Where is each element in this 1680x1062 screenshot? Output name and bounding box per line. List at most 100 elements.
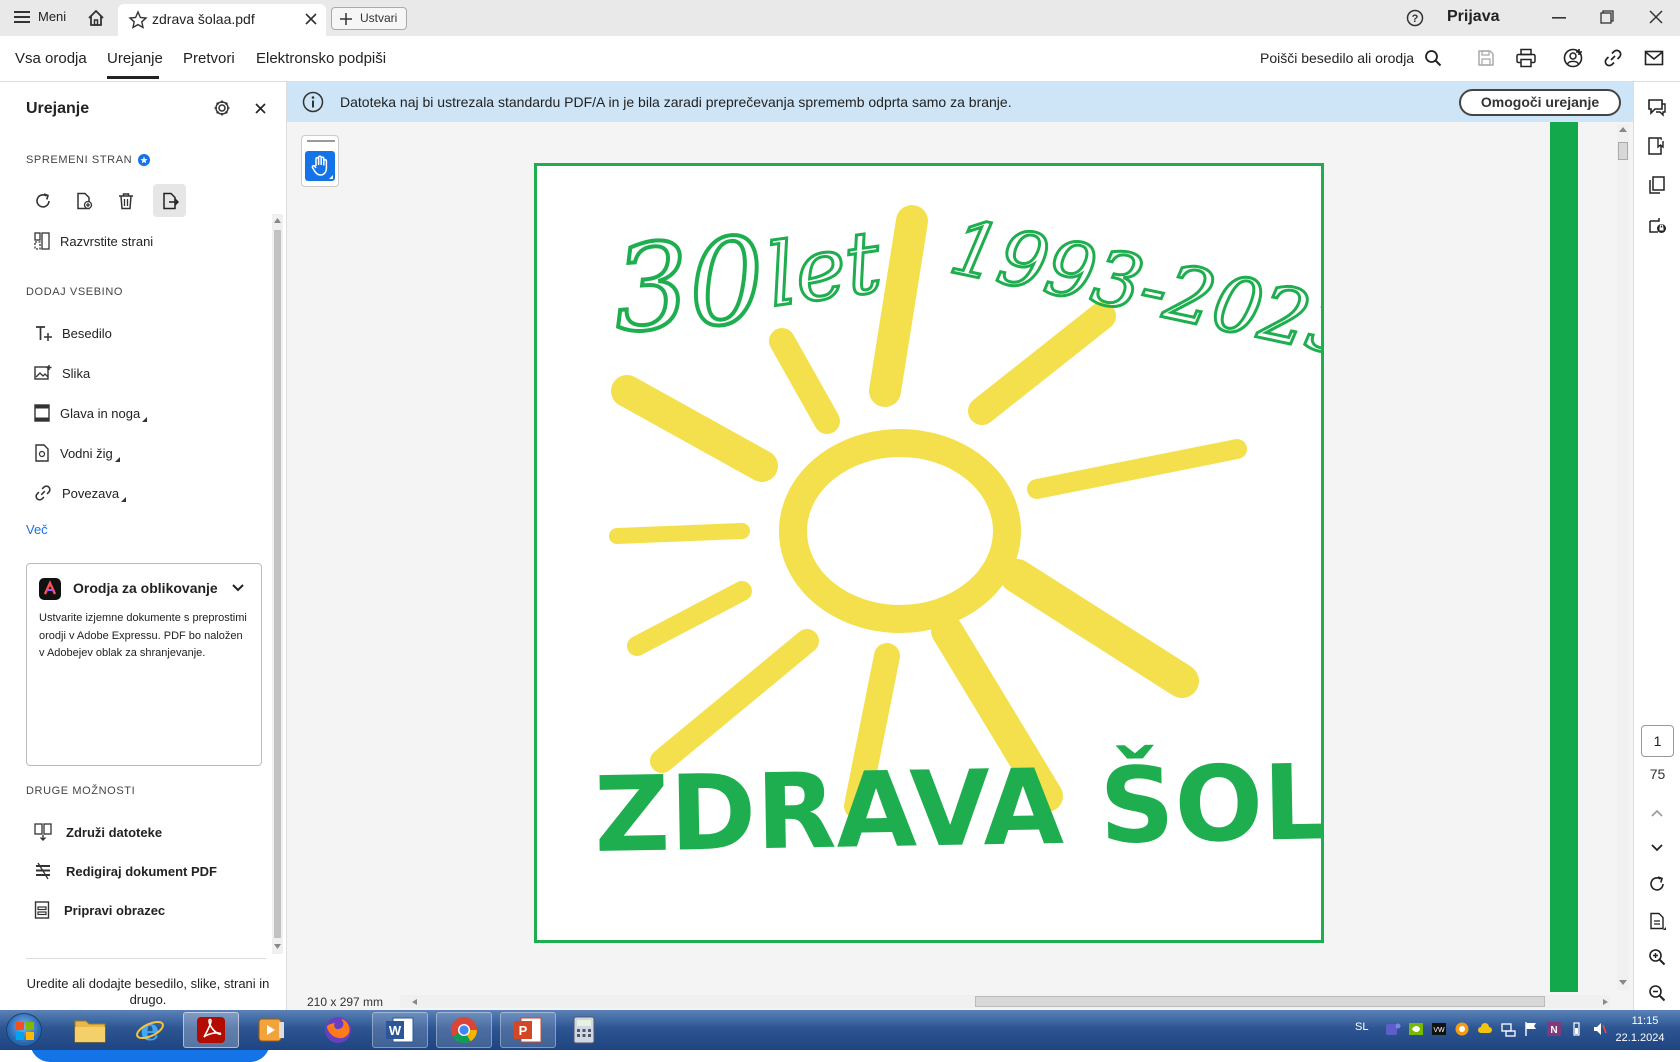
security-icon[interactable] [1647, 215, 1667, 235]
taskbar-ie[interactable]: e [128, 1012, 172, 1048]
tab-edit[interactable]: Urejanje [107, 50, 163, 67]
document-vscrollbar[interactable] [1617, 124, 1629, 990]
add-image-icon [34, 365, 52, 380]
folder-icon [74, 1020, 106, 1043]
taskbar-powerpoint[interactable]: P [500, 1012, 556, 1048]
print-icon[interactable] [1515, 48, 1537, 68]
search-label[interactable]: Poišči besedilo ali orodja [1260, 50, 1414, 66]
scroll-down-icon[interactable] [1619, 980, 1627, 985]
close-tab-icon[interactable] [305, 13, 317, 25]
teams-tray-icon[interactable] [1385, 1021, 1401, 1037]
header-footer-item[interactable]: Glava in noga [34, 404, 148, 422]
menu-label: Meni [38, 9, 67, 24]
rotate-view-icon[interactable] [1648, 875, 1666, 893]
language-indicator[interactable]: SL [1355, 1021, 1368, 1033]
share-user-icon[interactable] [1563, 47, 1585, 69]
rotate-page-icon[interactable] [34, 192, 52, 210]
pdf-page: 30 let 1993-2023 ZDRAVA ŠOLA [534, 163, 1324, 943]
link-icon[interactable] [1603, 48, 1623, 68]
bookmark-icon[interactable] [1647, 136, 1667, 156]
redact-icon [36, 862, 50, 880]
search-icon[interactable] [1424, 49, 1442, 67]
panel-title: Urejanje [26, 100, 90, 117]
tab-esign[interactable]: Elektronsko podpiši [256, 50, 386, 67]
insert-page-icon[interactable] [75, 192, 93, 210]
help-icon[interactable]: ? [1406, 9, 1424, 27]
svg-text:P: P [519, 1023, 528, 1038]
add-text-item[interactable]: Besedilo [34, 324, 112, 342]
trash-icon[interactable] [117, 192, 135, 210]
section-add: DODAJ VSEBINO [26, 286, 124, 298]
extract-page-button[interactable] [153, 184, 186, 217]
watermark-item[interactable]: Vodni žig [34, 444, 120, 462]
taskbar-chrome[interactable] [436, 1012, 492, 1048]
palette-grip[interactable] [307, 140, 335, 142]
document-vscroll-thumb[interactable] [1618, 142, 1628, 160]
taskbar-word[interactable]: W [372, 1012, 428, 1048]
zoom-in-icon[interactable] [1648, 948, 1666, 966]
scroll-up-icon[interactable] [274, 218, 281, 223]
minimize-icon[interactable] [1552, 17, 1566, 19]
chevron-down-icon[interactable] [1651, 844, 1663, 852]
menu-button[interactable]: Meni [14, 9, 66, 24]
chevron-up-icon[interactable] [1651, 809, 1663, 817]
app-tray-icon[interactable]: VW [1431, 1021, 1447, 1037]
star-icon[interactable] [128, 10, 148, 30]
save-icon[interactable] [1476, 48, 1496, 68]
more-link[interactable]: Več [26, 522, 48, 537]
combine-files-item[interactable]: Združi datoteke [34, 823, 162, 841]
add-link-item[interactable]: Povezava [34, 484, 127, 502]
home-button[interactable] [86, 8, 106, 28]
panel-scroll-thumb[interactable] [274, 230, 281, 938]
sign-in-link[interactable]: Prijava [1447, 8, 1499, 26]
panel-scrollbar[interactable] [272, 214, 283, 954]
scroll-up-icon[interactable] [1619, 127, 1627, 132]
create-button[interactable]: Ustvari [331, 7, 407, 30]
add-image-item[interactable]: Slika [34, 364, 90, 382]
cloud-tray-icon[interactable] [1477, 1021, 1493, 1037]
close-panel-icon[interactable] [255, 103, 266, 114]
tab-convert[interactable]: Pretvori [183, 50, 235, 67]
clock-time[interactable]: 11:15 [1620, 1015, 1670, 1027]
document-hscrollbar[interactable] [400, 995, 1610, 1008]
clock-date[interactable]: 22.1.2024 [1605, 1032, 1675, 1044]
taskbar-calculator[interactable] [562, 1012, 606, 1048]
header-footer-label: Glava in noga [60, 405, 141, 421]
gear-icon[interactable] [213, 99, 231, 117]
taskbar-media[interactable] [250, 1012, 294, 1048]
email-icon[interactable] [1644, 49, 1664, 67]
prepare-form-item[interactable]: Pripravi obrazec [34, 901, 165, 919]
zoom-out-icon[interactable] [1648, 984, 1666, 1002]
taskbar-acrobat[interactable] [183, 1012, 239, 1048]
power-tray-icon[interactable] [1569, 1021, 1585, 1037]
start-button[interactable] [6, 1013, 42, 1047]
document-hscroll-thumb[interactable] [975, 996, 1545, 1007]
restore-icon[interactable] [1600, 10, 1614, 24]
taskbar-explorer[interactable] [68, 1012, 112, 1048]
sync-tray-icon[interactable] [1454, 1021, 1470, 1037]
enable-editing-button[interactable]: Omogoči urejanje [1459, 89, 1621, 116]
nvidia-tray-icon[interactable] [1408, 1021, 1424, 1037]
network-tray-icon[interactable] [1500, 1021, 1516, 1037]
pages-icon[interactable] [1647, 175, 1667, 195]
logo-text-top: 30 [609, 211, 768, 359]
scroll-left-icon[interactable] [412, 999, 417, 1005]
hand-tool-button[interactable] [305, 151, 335, 181]
page-size-label: 210 x 297 mm [307, 995, 384, 1009]
redact-item[interactable]: Redigiraj dokument PDF [34, 862, 217, 880]
flag-tray-icon[interactable] [1523, 1021, 1539, 1037]
tab-all-tools[interactable]: Vsa orodja [15, 50, 87, 67]
chevron-down-icon[interactable] [232, 584, 244, 592]
onenote-tray-icon[interactable]: N [1546, 1021, 1562, 1037]
current-page-input[interactable]: 1 [1641, 725, 1674, 757]
scroll-right-icon[interactable] [1603, 999, 1608, 1005]
arrange-pages-item[interactable]: Razvrstite strani [34, 232, 153, 250]
document-tab[interactable]: zdrava šolaa.pdf [118, 4, 326, 36]
taskbar-firefox[interactable] [316, 1012, 360, 1048]
scroll-down-icon[interactable] [274, 944, 281, 949]
page-fit-icon[interactable] [1648, 912, 1666, 930]
submenu-corner-icon [329, 175, 333, 179]
design-card-title: Orodja za oblikovanje [73, 580, 218, 596]
comment-icon[interactable] [1647, 97, 1667, 117]
close-window-icon[interactable] [1649, 10, 1663, 24]
